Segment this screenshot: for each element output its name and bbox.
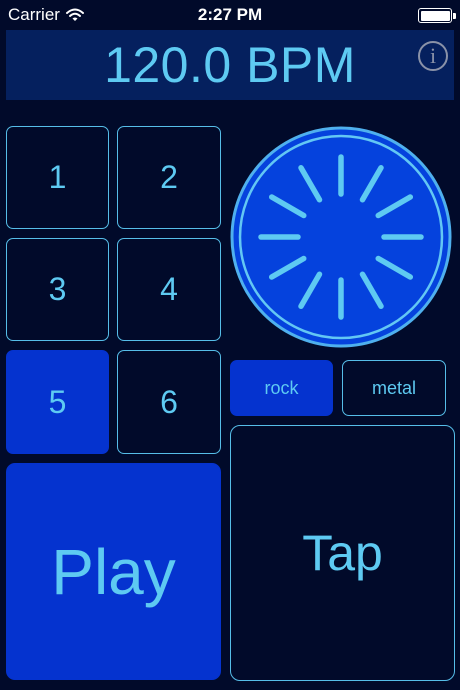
genre-label: metal <box>371 377 416 398</box>
play-label: Play <box>51 535 176 608</box>
info-icon[interactable]: i <box>418 41 448 71</box>
beat-button-3[interactable]: 3 <box>6 238 109 341</box>
battery-level <box>420 10 450 21</box>
beat-button-4[interactable]: 4 <box>117 238 221 341</box>
genre-button-metal[interactable]: metal <box>342 360 446 416</box>
play-button[interactable]: Play <box>6 463 221 680</box>
beat-button-5[interactable]: 5 <box>6 350 109 454</box>
tempo-dial[interactable] <box>230 126 452 348</box>
beat-button-label: 3 <box>48 271 67 307</box>
beat-button-label: 1 <box>48 159 67 195</box>
status-bar: Carrier 2:27 PM <box>0 0 460 30</box>
beat-button-6[interactable]: 6 <box>117 350 221 454</box>
tap-button[interactable]: Tap <box>230 425 455 681</box>
beat-button-label: 2 <box>160 159 178 195</box>
battery-tip <box>453 12 456 19</box>
genre-label: rock <box>264 377 299 398</box>
tap-label: Tap <box>302 525 383 581</box>
beat-button-1[interactable]: 1 <box>6 126 109 229</box>
beat-button-label: 4 <box>160 271 178 307</box>
bpm-display: 120.0 BPM <box>104 37 356 93</box>
genre-button-rock[interactable]: rock <box>230 360 333 416</box>
status-time: 2:27 PM <box>197 5 263 24</box>
battery-icon <box>418 8 456 23</box>
beat-button-label: 6 <box>160 383 178 420</box>
tempo-header: 120.0 BPM i <box>6 30 454 100</box>
beat-button-2[interactable]: 2 <box>117 126 221 229</box>
beat-button-label: 5 <box>48 383 67 420</box>
